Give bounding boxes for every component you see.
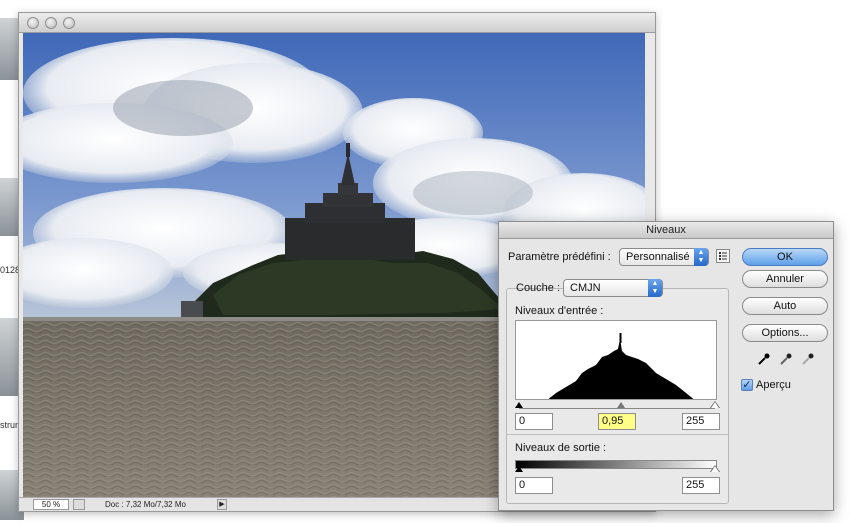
levels-dialog: Niveaux Paramètre prédéfini : Personnali… [498,221,834,511]
minimize-window-button[interactable] [45,17,57,29]
input-black-field[interactable]: 0 [515,413,553,430]
levels-dialog-title[interactable]: Niveaux [499,222,833,239]
updown-arrows-icon: ▲ ▼ [694,248,708,266]
ok-button[interactable]: OK [742,248,828,266]
input-white-field[interactable]: 255 [682,413,720,430]
white-eyedropper-icon[interactable] [801,352,815,366]
histogram-graph [548,333,694,399]
group-separator [506,434,729,435]
preset-options-icon[interactable] [716,249,730,263]
black-eyedropper-icon[interactable] [757,352,771,366]
channel-dropdown-value: CMJN [570,282,601,294]
status-menu-arrow-icon[interactable]: ▶ [217,499,227,510]
output-black-field[interactable]: 0 [515,477,553,494]
histogram [515,320,717,400]
preview-label: Aperçu [756,379,791,391]
zoom-window-button[interactable] [63,17,75,29]
preset-label: Paramètre prédéfini : [508,251,611,263]
preset-dropdown-value: Personnalisé [626,251,690,263]
input-gamma-slider[interactable] [617,402,625,408]
input-black-slider[interactable] [515,402,523,408]
zoom-level-field[interactable]: 50 % [33,499,69,510]
preview-checkbox[interactable]: ✓ [741,379,753,391]
channel-label: Couche : [516,282,561,294]
output-white-slider[interactable] [711,466,719,472]
document-size-info: Doc : 7,32 Mo/7,32 Mo [105,500,186,509]
channel-dropdown[interactable]: CMJN ▲ ▼ [563,279,663,297]
document-titlebar[interactable] [19,13,655,33]
input-levels-label: Niveaux d'entrée : [515,305,604,317]
preset-dropdown[interactable]: Personnalisé ▲ ▼ [619,248,709,266]
output-white-field[interactable]: 255 [682,477,720,494]
gray-eyedropper-icon[interactable] [779,352,793,366]
output-gradient-bar [515,460,717,469]
close-window-button[interactable] [27,17,39,29]
input-slider-track [519,408,715,409]
auto-button[interactable]: Auto [742,297,828,315]
output-black-slider[interactable] [515,466,523,472]
cancel-button[interactable]: Annuler [742,270,828,288]
background-text-fragment: strun [0,420,21,430]
updown-arrows-icon: ▲ ▼ [648,279,662,297]
input-white-slider[interactable] [711,402,719,408]
output-levels-label: Niveaux de sortie : [515,442,607,454]
options-button[interactable]: Options... [742,324,828,342]
input-gamma-field[interactable]: 0,95 [598,413,636,430]
document-icon[interactable] [73,499,85,510]
